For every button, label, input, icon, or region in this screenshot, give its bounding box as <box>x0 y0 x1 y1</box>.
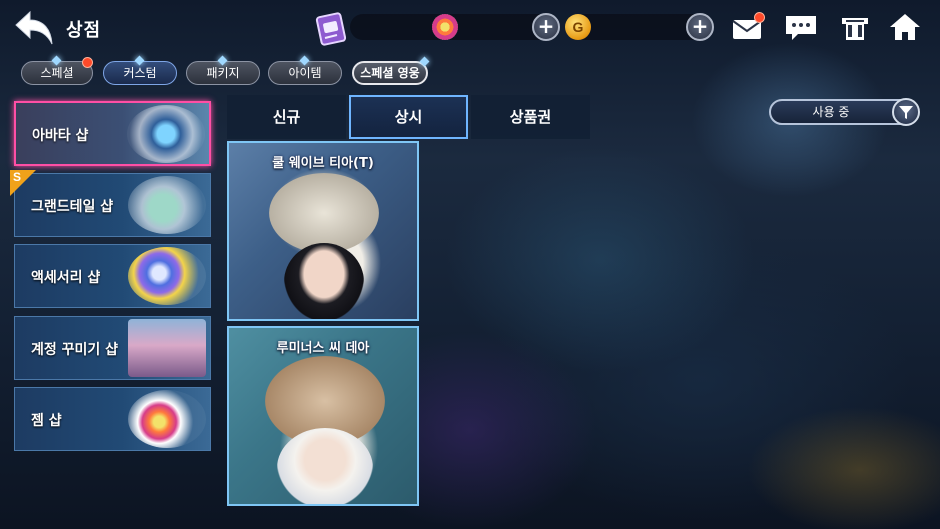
s-rank-badge-text: S <box>13 170 22 184</box>
add-gold-button[interactable]: + <box>686 13 714 41</box>
mail-button[interactable] <box>731 12 765 42</box>
character-body-art <box>277 428 373 504</box>
sidebar-item-label: 계정 꾸미기 샵 <box>31 342 119 358</box>
gold-coin-icon: G <box>565 14 591 40</box>
product-card[interactable]: 쿨 웨이브 티아(T) <box>227 141 419 321</box>
character-art <box>269 173 379 253</box>
product-card[interactable]: 루미너스 씨 데아 <box>227 326 419 506</box>
subtab-regular[interactable]: 상시 <box>349 95 468 139</box>
sidebar-item-avatar-shop[interactable]: 아바타 샵 <box>14 101 211 166</box>
gem-shop-art <box>128 390 206 448</box>
sidebar-item-grandtale-shop[interactable]: 그랜드테일 샵 <box>14 173 211 237</box>
product-name: 루미너스 씨 데아 <box>276 341 370 356</box>
product-name: 쿨 웨이브 티아(T) <box>272 156 374 171</box>
tab-special-hero[interactable]: 스페셜 영웅 <box>352 61 428 85</box>
back-button[interactable] <box>14 8 58 48</box>
sidebar-item-gem-shop[interactable]: 젬 샵 <box>14 387 211 451</box>
accessory-shop-art <box>128 247 206 305</box>
home-button[interactable] <box>888 12 922 42</box>
mail-notification-dot <box>754 12 765 23</box>
account-decor-shop-art <box>128 319 206 377</box>
subtab-new[interactable]: 신규 <box>227 95 346 139</box>
add-gem-button[interactable]: + <box>532 13 560 41</box>
funnel-icon <box>899 106 913 119</box>
sidebar-item-label: 젬 샵 <box>31 413 62 429</box>
avatar-shop-art <box>127 105 205 163</box>
back-arrow-icon <box>15 10 53 45</box>
home-icon <box>890 14 920 40</box>
sidebar-item-accessory-shop[interactable]: 액세서리 샵 <box>14 244 211 308</box>
tab-special-new-dot <box>82 57 93 68</box>
subtab-voucher[interactable]: 상품권 <box>471 95 590 139</box>
sidebar-item-label: 아바타 샵 <box>32 128 89 144</box>
closet-button[interactable] <box>838 12 872 42</box>
sidebar-item-label: 액세서리 샵 <box>31 270 101 286</box>
ticket-icon[interactable] <box>313 10 351 46</box>
chat-button[interactable] <box>784 12 818 42</box>
page-title: 상점 <box>66 20 102 41</box>
sidebar-item-label: 그랜드테일 샵 <box>31 199 114 215</box>
grandtale-shop-art <box>128 176 206 234</box>
sidebar-item-account-decor-shop[interactable]: 계정 꾸미기 샵 <box>14 316 211 380</box>
character-body-art <box>284 243 364 319</box>
closet-icon <box>842 18 868 40</box>
chat-icon <box>786 16 816 40</box>
filter-button[interactable] <box>892 98 920 126</box>
gem-icon <box>432 14 458 40</box>
